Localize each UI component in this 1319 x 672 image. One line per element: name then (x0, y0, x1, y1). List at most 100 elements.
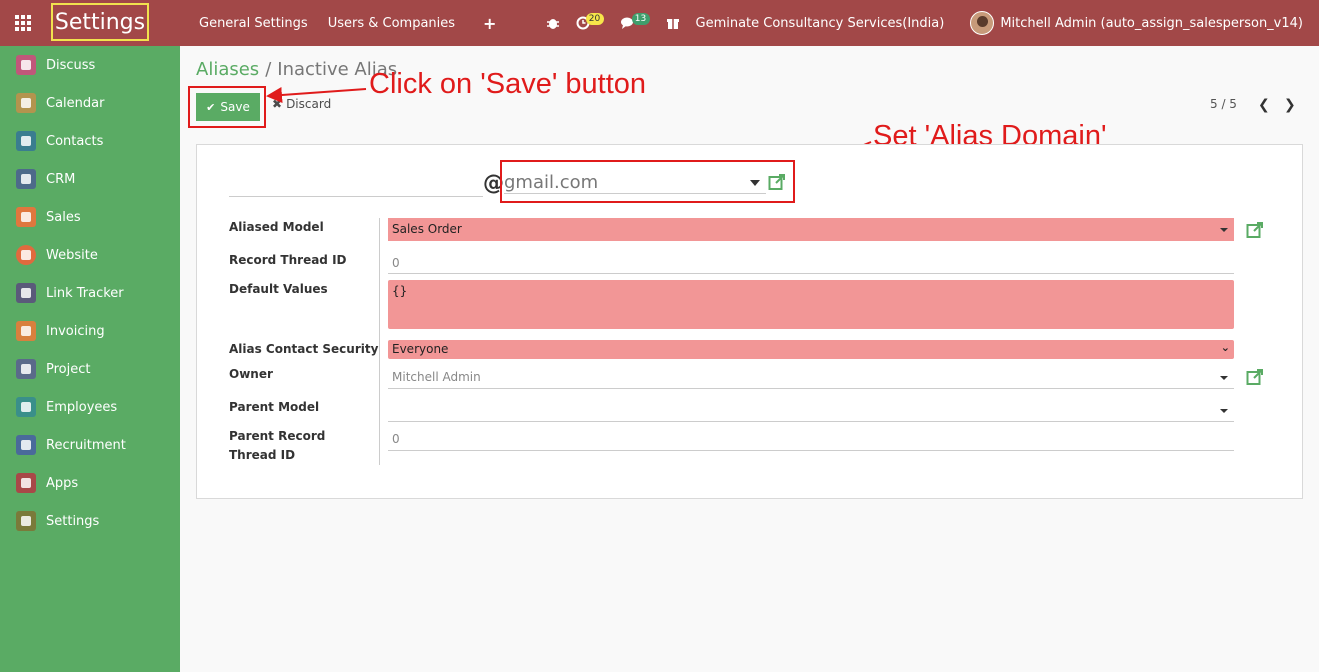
alias-contact-security-value: Everyone (392, 342, 449, 356)
sidebar-item-label: Website (46, 247, 98, 263)
sidebar-item-invoicing[interactable]: Invoicing (0, 312, 180, 350)
alias-contact-security-label: Alias Contact Security (229, 342, 379, 356)
alias-name-input[interactable] (229, 196, 483, 197)
discard-button-label: Discard (286, 97, 332, 111)
sidebar-item-label: Calendar (46, 95, 105, 111)
sidebar-item-sales[interactable]: Sales (0, 198, 180, 236)
top-menu: General Settings Users & Companies + (199, 0, 496, 46)
gift-icon[interactable] (666, 16, 680, 30)
employees-icon (16, 397, 36, 417)
aliased-model-label: Aliased Model (229, 220, 324, 234)
project-icon (16, 359, 36, 379)
record-thread-id-label: Record Thread ID (229, 253, 347, 267)
sidebar-item-apps[interactable]: Apps (0, 464, 180, 502)
check-icon: ✔ (206, 100, 216, 114)
sidebar-item-label: Employees (46, 399, 118, 415)
default-values-label: Default Values (229, 282, 328, 296)
default-values-textarea[interactable]: {} (388, 280, 1234, 329)
label-separator (379, 218, 380, 465)
app-title[interactable]: Settings (51, 3, 149, 41)
breadcrumb-aliases[interactable]: Aliases (196, 59, 259, 80)
chevron-down-icon[interactable] (1220, 376, 1228, 380)
menu-general-settings[interactable]: General Settings (199, 16, 308, 31)
pager-previous-icon[interactable]: ❮ (1258, 97, 1270, 113)
arrow-to-save (266, 87, 367, 103)
sidebar-item-label: Contacts (46, 133, 104, 149)
sidebar-item-crm[interactable]: CRM (0, 160, 180, 198)
aliased-model-value: Sales Order (392, 222, 462, 236)
external-link-icon[interactable] (1246, 221, 1264, 239)
user-avatar[interactable] (970, 11, 995, 35)
parent-model-select[interactable] (388, 399, 1234, 422)
breadcrumb-separator: / (265, 59, 272, 80)
breadcrumb: Aliases / Inactive Alias (196, 59, 397, 80)
sidebar-item-discuss[interactable]: Discuss (0, 46, 180, 84)
default-values-value: {} (392, 284, 408, 298)
top-navbar: Settings General Settings Users & Compan… (0, 0, 1319, 46)
user-menu[interactable]: Mitchell Admin (auto_assign_salesperson_… (1000, 16, 1303, 31)
systray: 20 13 Geminate Consultancy Services(Indi… (546, 0, 1319, 46)
pager-value[interactable]: 5 / 5 (1210, 97, 1237, 111)
sales-icon (16, 207, 36, 227)
recruitment-icon (16, 435, 36, 455)
record-thread-id-value: 0 (392, 256, 400, 270)
sidebar-item-label: Invoicing (46, 323, 105, 339)
sidebar-item-label: Link Tracker (46, 285, 124, 301)
parent-model-label: Parent Model (229, 400, 320, 414)
discuss-icon (16, 55, 36, 75)
sidebar-item-label: Recruitment (46, 437, 126, 453)
calendar-icon (16, 93, 36, 113)
company-switcher[interactable]: Geminate Consultancy Services(India) (696, 16, 945, 31)
save-button[interactable]: ✔ Save (196, 93, 260, 121)
chevron-down-icon[interactable] (1220, 409, 1228, 413)
sidebar-item-recruitment[interactable]: Recruitment (0, 426, 180, 464)
alias-contact-security-select[interactable]: Everyone ⌄ (388, 340, 1234, 359)
apps-icon (16, 473, 36, 493)
save-button-label: Save (220, 100, 250, 114)
sidebar-item-settings[interactable]: Settings (0, 502, 180, 540)
parent-record-thread-id-value: 0 (392, 432, 400, 446)
owner-label: Owner (229, 367, 273, 381)
sidebar-item-label: Discuss (46, 57, 96, 73)
apps-menu-icon[interactable] (0, 0, 46, 46)
external-link-icon[interactable] (1246, 368, 1264, 386)
sidebar-item-calendar[interactable]: Calendar (0, 84, 180, 122)
chevron-down-icon[interactable]: ⌄ (1221, 341, 1230, 354)
sidebar-item-link-tracker[interactable]: Link Tracker (0, 274, 180, 312)
owner-value: Mitchell Admin (392, 370, 481, 384)
website-icon (16, 245, 36, 265)
debug-icon[interactable] (546, 16, 560, 30)
parent-record-thread-id-input[interactable]: 0 (388, 428, 1234, 451)
external-link-icon[interactable] (768, 173, 786, 191)
parent-record-thread-id-label: Parent Record Thread ID (229, 429, 326, 462)
sidebar-item-label: Settings (46, 513, 100, 529)
sidebar-item-label: Project (46, 361, 91, 377)
link-tracker-icon (16, 283, 36, 303)
discard-button[interactable]: ✖ Discard (272, 97, 331, 111)
chevron-down-icon[interactable] (1220, 228, 1228, 232)
sidebar-item-project[interactable]: Project (0, 350, 180, 388)
message-count-badge: 13 (631, 13, 650, 25)
annotation-save: Click on 'Save' button (369, 68, 647, 100)
settings-icon (16, 511, 36, 531)
contacts-icon (16, 131, 36, 151)
sidebar-item-label: Sales (46, 209, 81, 225)
pager-next-icon[interactable]: ❯ (1284, 97, 1296, 113)
close-icon: ✖ (272, 97, 283, 111)
record-thread-id-input[interactable]: 0 (388, 252, 1234, 274)
alias-domain-input[interactable] (504, 172, 766, 194)
messaging-menu[interactable]: 13 (620, 13, 650, 30)
sidebar-item-label: CRM (46, 171, 76, 187)
activity-menu[interactable]: 20 (576, 13, 604, 30)
crm-icon (16, 169, 36, 189)
chevron-down-icon[interactable] (750, 180, 760, 186)
sidebar-item-website[interactable]: Website (0, 236, 180, 274)
menu-users-companies[interactable]: Users & Companies (328, 16, 455, 31)
plus-icon[interactable]: + (483, 14, 496, 33)
sidebar-item-contacts[interactable]: Contacts (0, 122, 180, 160)
aliased-model-select[interactable]: Sales Order (388, 218, 1234, 241)
invoicing-icon (16, 321, 36, 341)
sidebar-item-employees[interactable]: Employees (0, 388, 180, 426)
sidebar: Discuss Calendar Contacts CRM Sales Webs… (0, 46, 180, 672)
owner-select[interactable]: Mitchell Admin (388, 366, 1234, 389)
